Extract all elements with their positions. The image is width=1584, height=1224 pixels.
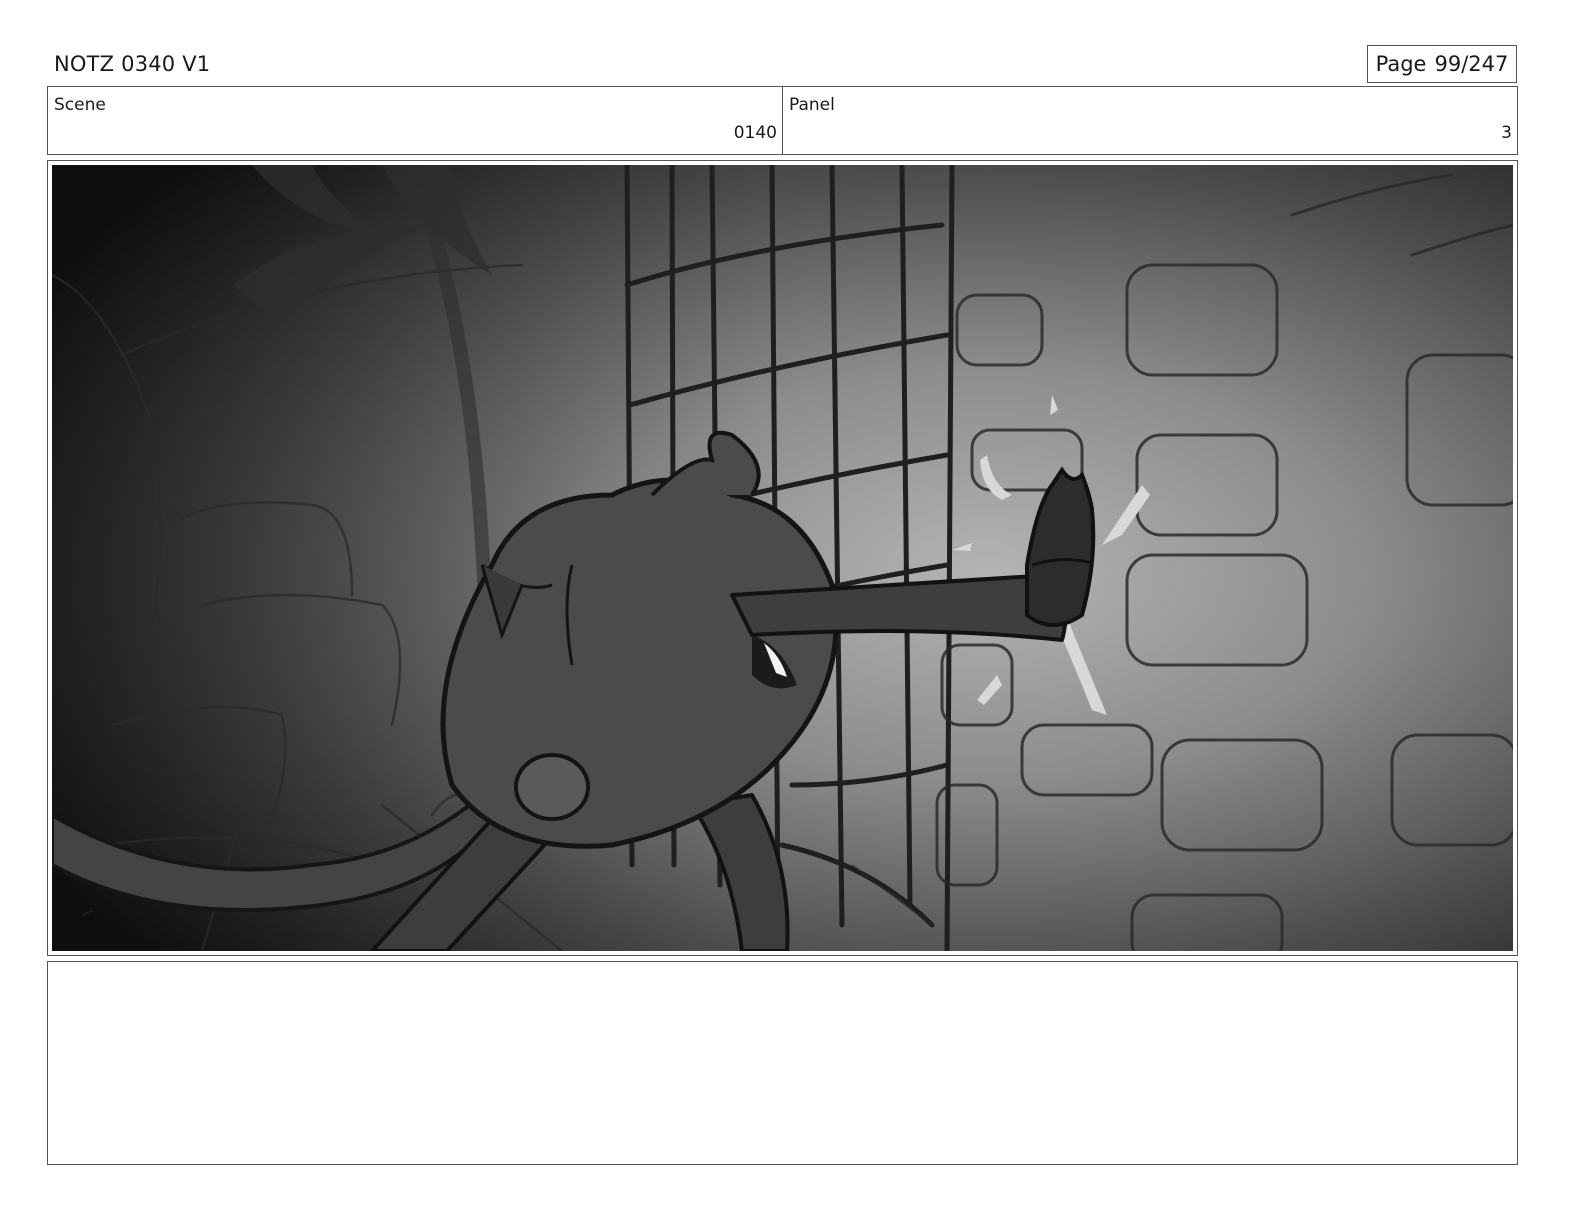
scene-value: 0140 <box>733 123 777 143</box>
notes-area <box>47 961 1518 1165</box>
panel-cell: Panel 3 <box>782 87 1517 154</box>
panel-value: 3 <box>1501 123 1512 143</box>
scene-panel-info: Scene 0140 Panel 3 <box>47 86 1518 155</box>
page-label: Page <box>1375 52 1427 76</box>
storyboard-frame <box>47 160 1518 956</box>
scene-cell: Scene 0140 <box>48 87 782 154</box>
panel-label: Panel <box>789 95 835 115</box>
document-title: NOTZ 0340 V1 <box>54 52 211 76</box>
scene-label: Scene <box>54 95 106 115</box>
sketch-illustration <box>52 165 1513 951</box>
page-number: 99/247 <box>1434 52 1509 76</box>
storyboard-image <box>52 165 1513 951</box>
page-indicator: Page 99/247 <box>1367 45 1517 83</box>
